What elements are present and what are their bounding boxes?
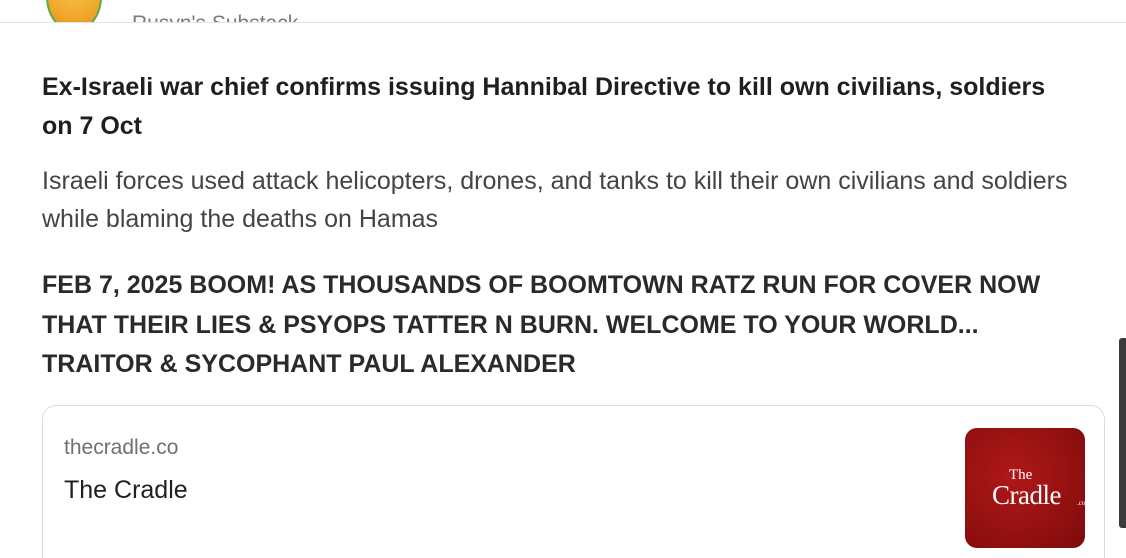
link-thumbnail-logo: The Cradle .co: [965, 428, 1085, 548]
post-title[interactable]: Ex-Israeli war chief confirms issuing Ha…: [42, 68, 1072, 146]
post-body-text: FEB 7, 2025 BOOM! AS THOUSANDS OF BOOMTO…: [42, 271, 1041, 378]
substack-post-view: Rusyn's Substack Ex-Israeli war chief co…: [0, 0, 1126, 558]
scrollbar-thumb[interactable]: [1119, 338, 1126, 528]
author-name[interactable]: Rusyn's Substack: [132, 12, 298, 22]
thumbnail-logo-cradle: Cradle: [992, 480, 1061, 510]
author-avatar[interactable]: [46, 0, 102, 22]
post-subtitle: Israeli forces used attack helicopters, …: [42, 167, 1068, 233]
thumbnail-logo-co: .co: [1077, 499, 1085, 507]
link-domain: thecradle.co: [64, 436, 179, 459]
post-header: Rusyn's Substack: [0, 0, 1126, 23]
link-preview-card[interactable]: thecradle.co The Cradle The Cradle .co: [42, 405, 1105, 558]
link-title: The Cradle: [64, 476, 188, 504]
